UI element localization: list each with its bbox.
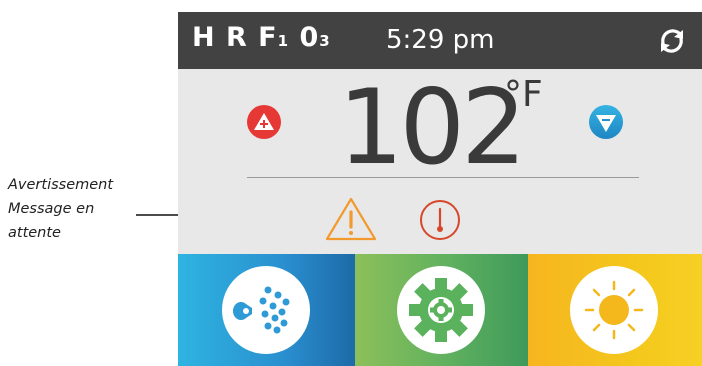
annotation-line-2: Message en	[8, 201, 95, 217]
temperature-down-button[interactable]	[589, 105, 623, 139]
gear-icon	[397, 266, 485, 354]
annotation-line-1: Avertissement	[8, 177, 114, 193]
refresh-icon[interactable]	[656, 25, 688, 57]
down-arrow-icon	[596, 115, 616, 132]
light-tile[interactable]	[528, 254, 702, 366]
annotation-line-3: attente	[8, 225, 61, 241]
sun-icon	[570, 266, 658, 354]
status-header: H R F1 03 5:29 pm	[178, 12, 702, 69]
temperature-value: 102	[338, 68, 527, 188]
spa-control-panel: H R F1 03 5:29 pm 102 °F	[178, 12, 702, 366]
temperature-unit: °F	[504, 74, 543, 115]
up-arrow-icon	[254, 113, 274, 130]
thermometer-alert-icon[interactable]	[418, 198, 462, 242]
divider	[247, 177, 639, 178]
annotation-callout: Avertissement Message en attente	[8, 173, 148, 245]
jets-tile[interactable]	[178, 254, 355, 366]
warning-triangle-icon[interactable]	[324, 196, 378, 242]
jets-icon	[222, 266, 310, 354]
status-code: H R F1 03	[192, 22, 331, 53]
settings-tile[interactable]	[355, 254, 528, 366]
temperature-up-button[interactable]	[247, 105, 281, 139]
clock-time: 5:29 pm	[386, 25, 495, 55]
